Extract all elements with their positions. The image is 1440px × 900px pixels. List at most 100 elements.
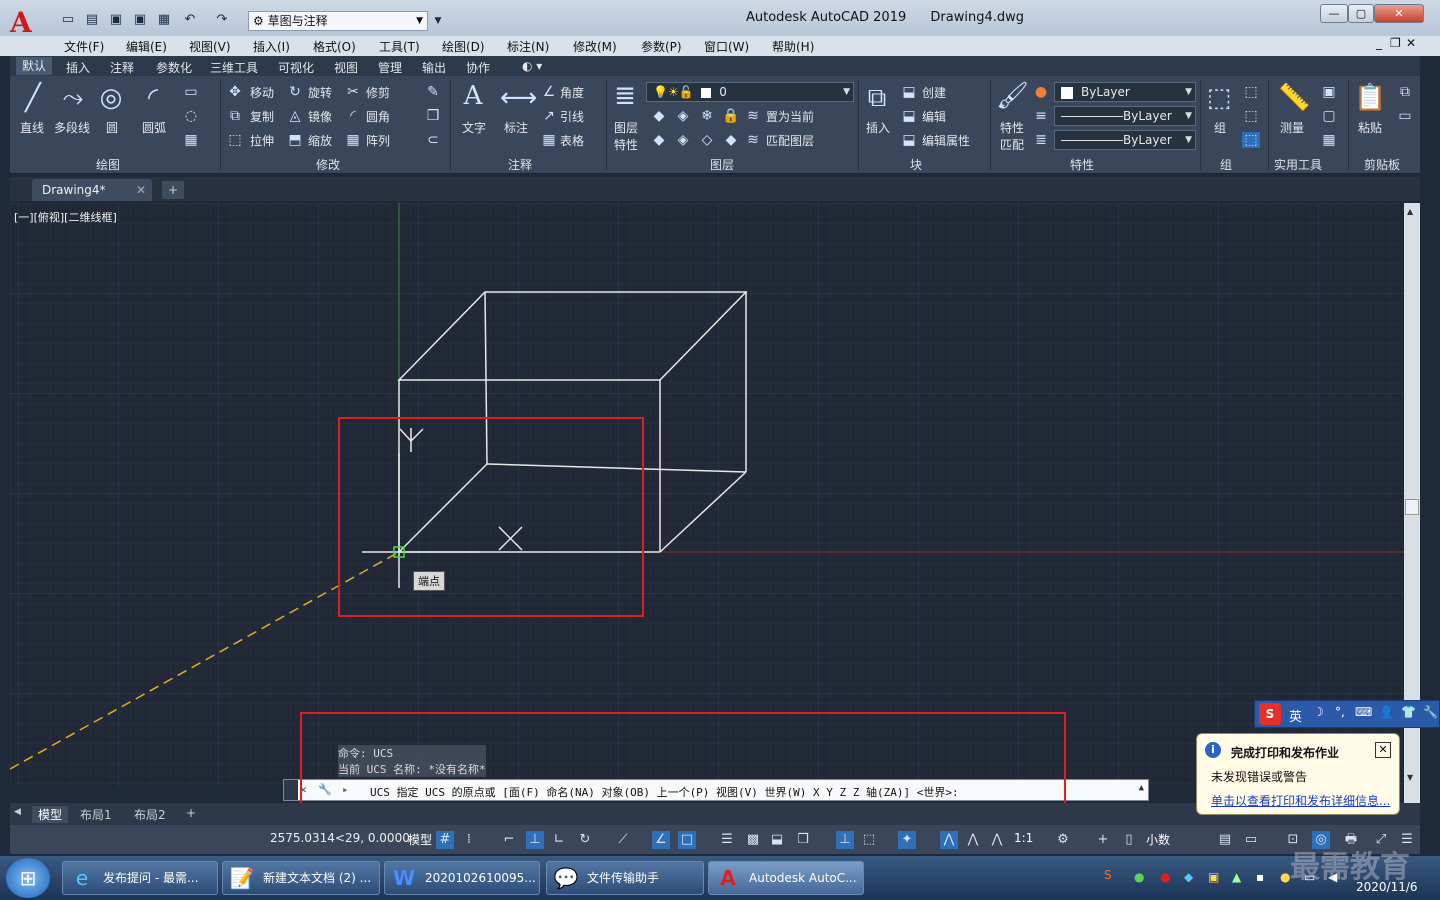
scroll-down-icon[interactable]: ▼ bbox=[1407, 773, 1413, 782]
polar-icon[interactable]: ↻ bbox=[576, 831, 594, 849]
units-icon[interactable]: ▯ bbox=[1120, 831, 1138, 849]
tab-model[interactable]: 模型 bbox=[32, 806, 69, 823]
workspace-select[interactable]: ⚙ 草图与注释 ▼ bbox=[248, 11, 428, 31]
taskbar-item-autocad[interactable]: A Autodesk AutoC... bbox=[708, 861, 864, 895]
menu-parametric[interactable]: 参数(P) bbox=[641, 38, 682, 55]
close-icon[interactable]: ✕ bbox=[1375, 742, 1391, 758]
layer-copy-icon[interactable]: ◆ bbox=[722, 132, 740, 148]
rotate-button[interactable]: 旋转 bbox=[308, 84, 332, 101]
ime-toolbar[interactable]: S 英 ☽ °, ⌨ 👤 👕 🔧 bbox=[1254, 700, 1440, 728]
paste-button-label[interactable]: 粘贴 bbox=[1358, 119, 1382, 136]
punctuation-icon[interactable]: °, bbox=[1335, 705, 1345, 719]
menu-format[interactable]: 格式(O) bbox=[313, 38, 356, 55]
stretch-icon[interactable]: ⬚ bbox=[226, 132, 244, 148]
quick-properties-icon[interactable]: ▤ bbox=[1216, 831, 1234, 849]
hatch-icon[interactable]: ◌ bbox=[182, 108, 200, 124]
tray-nvidia-icon[interactable]: ▪ bbox=[1256, 870, 1264, 884]
tab-manage[interactable]: 管理 bbox=[378, 59, 402, 76]
line-icon[interactable]: ╱ bbox=[18, 82, 48, 114]
array-button[interactable]: 阵列 bbox=[366, 132, 390, 149]
workspace-gear-icon[interactable]: ⚙ bbox=[1054, 831, 1072, 849]
undo-icon[interactable]: ↶ bbox=[182, 12, 198, 28]
layer-lock-icon[interactable]: 🔒 bbox=[722, 108, 740, 124]
infer-icon[interactable]: ⌐ bbox=[500, 831, 518, 849]
match-layer-icon[interactable]: ≋ bbox=[744, 132, 762, 148]
fillet-icon[interactable]: ◜ bbox=[344, 108, 362, 124]
mirror-button[interactable]: 镜像 bbox=[308, 108, 332, 125]
menu-help[interactable]: 帮助(H) bbox=[772, 38, 814, 55]
gizmo-icon[interactable]: ✦ bbox=[898, 831, 916, 849]
3d-osnap-icon[interactable]: ❒ bbox=[794, 831, 812, 849]
start-button[interactable]: ⊞ bbox=[6, 858, 50, 898]
autocad-logo-icon[interactable]: A bbox=[10, 6, 50, 39]
set-current-icon[interactable]: ≋ bbox=[744, 108, 762, 124]
move-icon[interactable]: ✥ bbox=[226, 84, 244, 100]
tab-insert[interactable]: 插入 bbox=[66, 59, 90, 76]
layer-freeze-icon[interactable]: ❄ bbox=[698, 108, 716, 124]
edit-block-button[interactable]: 编辑 bbox=[922, 108, 946, 125]
paste-icon[interactable]: 📋 bbox=[1354, 82, 1386, 114]
maximize-button[interactable]: ▢ bbox=[1348, 4, 1374, 23]
insert-block-icon[interactable]: ⧉ bbox=[862, 82, 892, 114]
annotation-visibility-icon[interactable]: ⋀ bbox=[940, 831, 958, 849]
taskbar-item-notepad[interactable]: 📝 新建文本文档 (2) ... bbox=[222, 861, 380, 895]
menu-modify[interactable]: 修改(M) bbox=[573, 38, 617, 55]
layer-select[interactable]: 💡☀🔓 0 ▼ bbox=[646, 82, 854, 102]
menu-insert[interactable]: 插入(I) bbox=[253, 38, 290, 55]
edit-attributes-button[interactable]: 编辑属性 bbox=[922, 132, 970, 149]
grid-icon[interactable]: # bbox=[436, 831, 454, 849]
viewport-controls[interactable]: [一][俯视][二维线框] bbox=[14, 209, 117, 225]
select-all-icon[interactable]: ▢ bbox=[1320, 108, 1338, 124]
move-button[interactable]: 移动 bbox=[250, 84, 274, 101]
scale-button[interactable]: 缩放 bbox=[308, 132, 332, 149]
trim-icon[interactable]: ✂ bbox=[344, 84, 362, 100]
annotation-panel-label[interactable]: 注释 bbox=[508, 156, 532, 173]
copy-button[interactable]: 复制 bbox=[250, 108, 274, 125]
document-tab[interactable]: Drawing4* ✕ bbox=[32, 179, 152, 201]
annotation-scale-value[interactable]: 1:1 bbox=[1014, 831, 1033, 845]
linetype-select[interactable]: ByLayer ▼ bbox=[1054, 106, 1196, 126]
new-tab-button[interactable]: + bbox=[162, 181, 184, 199]
taskbar-item-word[interactable]: W 2020102610095... bbox=[384, 861, 540, 895]
angle-icon[interactable]: ∠ bbox=[540, 84, 558, 100]
lock-ui-icon[interactable]: ▭ bbox=[1242, 831, 1260, 849]
tray-network-icon[interactable]: ▣ bbox=[1208, 870, 1219, 884]
stretch-button[interactable]: 拉伸 bbox=[250, 132, 274, 149]
rectangle-icon[interactable]: ▭ bbox=[182, 84, 200, 100]
save-as-icon[interactable]: ▣ bbox=[132, 12, 148, 28]
angle-button[interactable]: 角度 bbox=[560, 84, 584, 101]
group-edit-icon[interactable]: ⬚ bbox=[1242, 108, 1260, 124]
ortho-icon[interactable]: ∟ bbox=[550, 831, 568, 849]
menu-dimension[interactable]: 标注(N) bbox=[507, 38, 549, 55]
erase-icon[interactable]: ✎ bbox=[424, 84, 442, 100]
close-button[interactable]: ✕ bbox=[1374, 4, 1424, 23]
doc-close-icon[interactable]: ✕ bbox=[1406, 36, 1416, 50]
dimension-button-label[interactable]: 标注 bbox=[504, 119, 528, 136]
tab-collaborate[interactable]: 协作 bbox=[466, 59, 490, 76]
array-icon[interactable]: ▦ bbox=[344, 132, 362, 148]
print-icon[interactable]: ▦ bbox=[156, 12, 172, 28]
tab-layout2[interactable]: 布局2 bbox=[134, 806, 166, 823]
draw-panel-label[interactable]: 绘图 bbox=[96, 156, 120, 173]
selection-filter-icon[interactable]: ⬚ bbox=[860, 831, 878, 849]
doc-restore-icon[interactable]: ❐ bbox=[1390, 36, 1401, 50]
measure-icon[interactable]: 📏 bbox=[1278, 82, 1310, 114]
object-snap-icon[interactable]: □ bbox=[678, 831, 696, 849]
line-button-label[interactable]: 直线 bbox=[20, 119, 44, 136]
selection-cycling-icon[interactable]: ⬓ bbox=[768, 831, 786, 849]
table-icon[interactable]: ▦ bbox=[540, 132, 558, 148]
linetype-icon[interactable]: ≡ bbox=[1032, 108, 1050, 124]
properties-panel-label[interactable]: 特性 bbox=[1070, 156, 1094, 173]
auto-scale-icon[interactable]: ⋀ bbox=[964, 831, 982, 849]
isodraft-icon[interactable]: ⟋ bbox=[614, 831, 632, 849]
circle-button-label[interactable]: 圆 bbox=[106, 119, 118, 136]
dimension-icon[interactable]: ⟷ bbox=[500, 82, 537, 114]
tab-layout1[interactable]: 布局1 bbox=[80, 806, 112, 823]
scroll-left-icon[interactable]: ◀ bbox=[14, 807, 21, 817]
tray-sogou-icon[interactable]: S bbox=[1104, 868, 1112, 882]
wrench-icon[interactable]: 🔧 bbox=[1423, 705, 1438, 719]
lineweight-display-icon[interactable]: ☰ bbox=[718, 831, 736, 849]
measure-button-label[interactable]: 测量 bbox=[1280, 119, 1304, 136]
offset-icon[interactable]: ⊂ bbox=[424, 132, 442, 148]
tray-qq-icon[interactable]: ● bbox=[1280, 870, 1290, 884]
